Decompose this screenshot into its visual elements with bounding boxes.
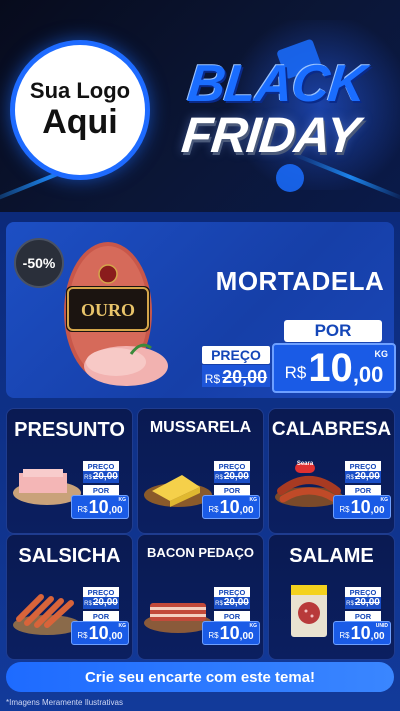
old-price-label: PREÇO xyxy=(83,461,119,471)
title-friday: FRIDAY xyxy=(179,107,362,163)
price-integer: 10 xyxy=(219,497,240,517)
product-card[interactable]: SALSICHA PREÇO R$ 20,00 POR R$ 10,00 KG xyxy=(6,534,133,660)
discount-badge: -50% xyxy=(14,238,64,288)
price-currency: R$ xyxy=(77,505,88,514)
price-decimal: ,00 xyxy=(352,362,384,387)
price-integer: 10 xyxy=(350,623,371,643)
header-banner: Sua Logo Aqui BLACK FRIDAY xyxy=(0,0,400,212)
new-price-label: POR xyxy=(83,611,119,621)
old-price-currency: R$ xyxy=(84,601,92,607)
price-integer: 10 xyxy=(88,497,109,517)
brand-label: OURO xyxy=(81,300,135,320)
old-price-value: 20,00 xyxy=(223,597,249,608)
store-logo-placeholder[interactable]: Sua Logo Aqui xyxy=(10,40,150,180)
old-price-value: 20,00 xyxy=(354,471,380,482)
old-price-label: PREÇO xyxy=(345,587,381,597)
price-unit: KG xyxy=(118,623,127,629)
old-price-value: 20,00 xyxy=(92,471,118,482)
new-price-label: POR xyxy=(214,611,250,621)
price-decimal: ,00 xyxy=(239,630,254,642)
product-name: PRESUNTO xyxy=(14,419,125,441)
black-friday-logo: BLACK FRIDAY xyxy=(179,38,395,192)
new-price: R$ 10 ,00 KG xyxy=(272,343,396,393)
price-integer: 10 xyxy=(350,497,371,517)
price-currency: R$ xyxy=(77,631,88,640)
old-price-currency: R$ xyxy=(204,372,221,386)
product-name: BACON PEDAÇO xyxy=(147,545,254,560)
product-card[interactable]: BACON PEDAÇO PREÇO R$ 20,00 POR R$ 10,00 KG xyxy=(137,534,264,660)
new-price-label: POR xyxy=(284,320,382,342)
old-price-label: PREÇO xyxy=(214,587,250,597)
new-price-label: POR xyxy=(345,611,381,621)
old-price: R$ 20,00 xyxy=(214,597,250,609)
product-name: MUSSARELA xyxy=(149,419,252,436)
price-integer: 10 xyxy=(88,623,109,643)
product-name: SALSICHA xyxy=(18,545,121,567)
price-currency: R$ xyxy=(284,363,307,382)
old-price-label: PREÇO xyxy=(202,346,270,364)
price-unit: KG xyxy=(249,623,258,629)
price-unit: UNID xyxy=(375,623,388,629)
price-currency: R$ xyxy=(208,631,219,640)
product-card[interactable]: MUSSARELA PREÇO R$ 20,00 POR R$ 10,00 KG xyxy=(137,408,264,534)
brand-label: Seara xyxy=(296,461,314,467)
price-tag-circle-icon xyxy=(276,164,304,192)
price-integer: 10 xyxy=(308,346,353,390)
price-integer: 10 xyxy=(219,623,240,643)
new-price-label: POR xyxy=(83,485,119,495)
old-price: R$ 20,00 xyxy=(345,597,381,609)
new-price: R$ 10,00 KG xyxy=(202,495,260,519)
featured-offer-card[interactable]: OURO -50% MORTADELA PREÇO R$ 20,00 POR R… xyxy=(6,222,396,398)
new-price-label: POR xyxy=(214,485,250,495)
mortadela-icon: OURO xyxy=(64,242,168,386)
old-price-currency: R$ xyxy=(84,475,92,481)
old-price-value: 20,00 xyxy=(223,471,249,482)
price-decimal: ,00 xyxy=(239,504,254,516)
old-price-label: PREÇO xyxy=(345,461,381,471)
product-card[interactable]: PRESUNTO PREÇO R$ 20,00 POR R$ 10,00 KG xyxy=(6,408,133,534)
disclaimer-text: *Imagens Meramente Ilustrativas xyxy=(6,698,123,707)
old-price-currency: R$ xyxy=(346,601,354,607)
old-price-currency: R$ xyxy=(346,475,354,481)
price-currency: R$ xyxy=(339,631,350,640)
old-price-value: 20,00 xyxy=(354,597,380,608)
old-price: R$ 20,00 xyxy=(83,597,119,609)
logo-text-line1: Sua Logo xyxy=(29,78,131,104)
price-currency: R$ xyxy=(208,505,219,514)
offers-area: OURO -50% MORTADELA PREÇO R$ 20,00 POR R… xyxy=(0,212,400,711)
price-unit: KG xyxy=(118,497,127,503)
new-price: R$ 10,00 KG xyxy=(71,621,129,645)
old-price: R$ 20,00 xyxy=(83,471,119,483)
product-card[interactable]: SALAME PREÇO R$ 20,00 POR R$ 10,00 UNID xyxy=(268,534,395,660)
old-price-label: PREÇO xyxy=(214,461,250,471)
price-decimal: ,00 xyxy=(370,630,385,642)
new-price: R$ 10,00 KG xyxy=(202,621,260,645)
title-black: BLACK xyxy=(184,55,369,113)
old-price-value: 20,00 xyxy=(92,597,118,608)
price-unit: KG xyxy=(374,349,389,359)
price-decimal: ,00 xyxy=(370,504,385,516)
old-price: R$ 20,00 xyxy=(214,471,250,483)
new-price: R$ 10,00 KG xyxy=(71,495,129,519)
old-price: R$ 20,00 xyxy=(345,471,381,483)
old-price-label: PREÇO xyxy=(83,587,119,597)
old-price-currency: R$ xyxy=(215,601,223,607)
product-name: CALABRESA xyxy=(271,419,392,440)
old-price-value: 20,00 xyxy=(222,367,268,387)
product-name: SALAME xyxy=(289,545,374,567)
create-flyer-button[interactable]: Crie seu encarte com este tema! xyxy=(6,662,394,692)
featured-product-name: MORTADELA xyxy=(215,266,385,296)
logo-text-line2: Aqui xyxy=(42,103,118,142)
new-price-label: POR xyxy=(345,485,381,495)
old-price-currency: R$ xyxy=(215,475,223,481)
new-price: R$ 10,00 UNID xyxy=(333,621,391,645)
price-currency: R$ xyxy=(339,505,350,514)
price-decimal: ,00 xyxy=(108,630,123,642)
old-price: R$ 20,00 xyxy=(202,365,270,387)
new-price: R$ 10,00 KG xyxy=(333,495,391,519)
price-decimal: ,00 xyxy=(108,504,123,516)
price-unit: KG xyxy=(380,497,389,503)
product-card[interactable]: CALABRESA PREÇO R$ 20,00 POR R$ 10,00 KG Seara xyxy=(268,408,395,534)
price-unit: KG xyxy=(249,497,258,503)
